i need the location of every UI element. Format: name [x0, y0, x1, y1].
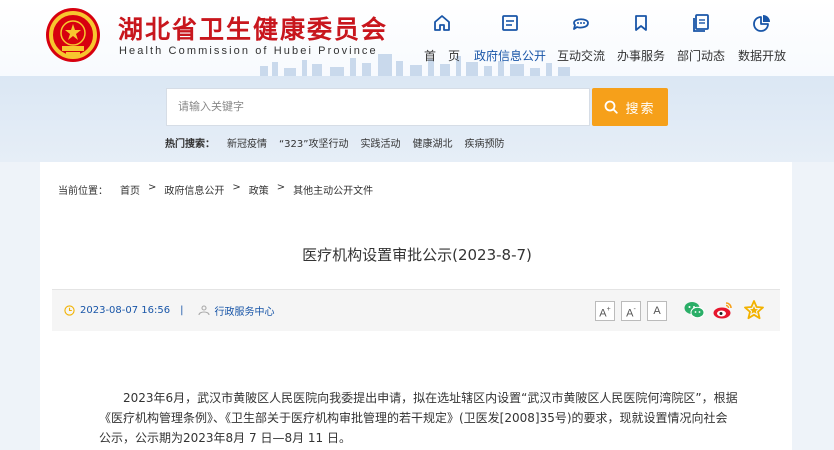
hot-search-link[interactable]: 健康湖北: [412, 135, 452, 150]
font-size-default-button[interactable]: A: [647, 301, 667, 321]
weibo-share-icon[interactable]: [712, 299, 734, 321]
hot-search-label: 热门搜索：: [165, 139, 215, 150]
search-icon: [605, 100, 619, 114]
nav-item-department-news[interactable]: 部门动态: [666, 10, 736, 68]
nav-item-label: 部门动态: [676, 49, 725, 63]
nav-item-label: 数据开放: [737, 49, 786, 63]
organization-icon: [197, 305, 210, 316]
nav-item-label: 政府信息公开: [474, 49, 547, 63]
breadcrumb-label: 当前位置：: [58, 186, 108, 197]
nav-item-home[interactable]: 首 页: [407, 10, 477, 68]
national-emblem-logo[interactable]: [44, 6, 102, 64]
hot-search-link[interactable]: 新冠疫情: [227, 135, 267, 150]
hot-search-link[interactable]: 实践活动: [360, 135, 400, 150]
breadcrumb-separator: >: [276, 182, 286, 193]
hot-search-link[interactable]: 疾病预防: [464, 135, 504, 150]
wechat-share-icon[interactable]: [683, 299, 705, 321]
font-size-medium-button[interactable]: A-: [621, 301, 641, 321]
breadcrumb-link[interactable]: 政府信息公开: [164, 182, 224, 197]
breadcrumb-link[interactable]: 首页: [120, 182, 140, 197]
article-source: 行政服务中心: [214, 307, 275, 318]
nav-item-label: 互动交流: [556, 49, 605, 63]
font-size-label: A: [626, 307, 634, 320]
breadcrumb-separator: >: [148, 182, 157, 193]
hot-search-link[interactable]: “323”攻坚行动: [279, 135, 348, 150]
site-header: 湖北省卫生健康委员会 Health Commission of Hubei Pr…: [0, 0, 834, 76]
meta-divider: |: [180, 305, 184, 316]
nav-item-label: 办事服务: [616, 49, 665, 63]
article-paragraph: 2023年6月，武汉市黄陂区人民医院向我委提出申请，拟在选址辖区内设置“武汉市黄…: [99, 391, 738, 445]
search-button[interactable]: 搜索: [592, 88, 668, 126]
hot-search-bar: 热门搜索： 新冠疫情 “323”攻坚行动 实践活动 健康湖北 疾病预防: [165, 135, 516, 150]
font-size-large-button[interactable]: A+: [595, 301, 615, 321]
files-icon: [693, 14, 709, 32]
nav-item-label: 首 页: [423, 49, 460, 63]
pie-chart-icon: [753, 15, 770, 32]
article-title: 医疗机构设置审批公示(2023-8-7): [302, 246, 532, 264]
nav-item-government-info[interactable]: 政府信息公开: [474, 10, 547, 68]
search-input[interactable]: 请输入关键字: [166, 88, 590, 126]
star-favorite-icon[interactable]: [743, 299, 765, 321]
article-meta-info: 2023-08-07 16:56 | 行政服务中心: [64, 303, 275, 318]
site-subtitle: Health Commission of Hubei Province: [119, 45, 378, 57]
breadcrumb: 当前位置： 首页 > 政府信息公开 > 政策 > 其他主动公开文件: [58, 182, 381, 197]
chat-icon: [573, 18, 589, 30]
article-body: 2023年6月，武汉市黄陂区人民医院向我委提出申请，拟在选址辖区内设置“武汉市黄…: [99, 388, 739, 448]
home-icon: [434, 15, 450, 31]
article-datetime: 2023-08-07 16:56: [80, 305, 171, 316]
breadcrumb-separator: >: [232, 182, 241, 193]
article-meta-bar: 2023-08-07 16:56 | 行政服务中心 A+ A- A: [52, 289, 780, 331]
document-icon: [502, 15, 518, 31]
nav-item-open-data[interactable]: 数据开放: [727, 10, 797, 68]
search-button-label: 搜索: [625, 101, 656, 117]
bookmark-icon: [635, 15, 647, 31]
breadcrumb-link[interactable]: 政策: [249, 182, 269, 197]
site-title[interactable]: 湖北省卫生健康委员会: [118, 10, 388, 46]
font-size-label: A: [653, 305, 661, 317]
clock-icon: [64, 305, 75, 316]
font-size-label: A: [599, 307, 607, 320]
breadcrumb-link[interactable]: 其他主动公开文件: [293, 182, 373, 197]
